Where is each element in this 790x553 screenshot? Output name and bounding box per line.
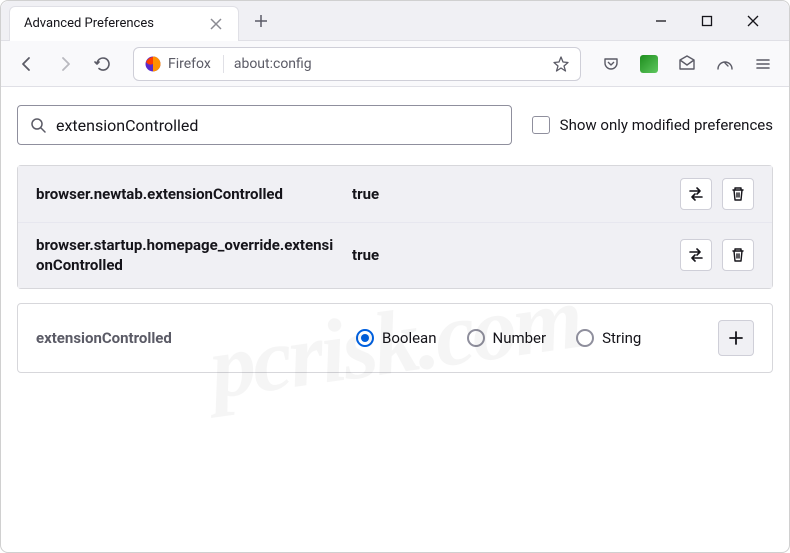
search-row: Show only modified preferences [17,105,773,145]
speed-icon[interactable] [709,48,741,80]
radio-label: Number [493,329,547,347]
preference-list: browser.newtab.extensionControlled true … [17,165,773,289]
preference-name: browser.startup.homepage_override.extens… [36,235,336,276]
toolbar-icons [595,48,779,80]
radio-label: Boolean [382,329,437,347]
new-tab-button[interactable] [247,7,275,35]
search-input[interactable] [56,116,499,135]
browser-tab[interactable]: Advanced Preferences [9,6,239,41]
add-preference-row: extensionControlled Boolean Number Strin… [18,304,772,372]
delete-button[interactable] [722,178,754,210]
search-box[interactable] [17,105,512,145]
add-preference-section: extensionControlled Boolean Number Strin… [17,303,773,373]
preference-row[interactable]: browser.newtab.extensionControlled true [18,166,772,223]
content-area: Show only modified preferences browser.n… [1,87,789,552]
maximize-button[interactable] [693,7,721,35]
search-icon [30,117,46,133]
preference-actions [680,239,754,271]
close-tab-icon[interactable] [208,16,224,32]
identity-box[interactable]: Firefox [144,55,224,73]
radio-boolean[interactable]: Boolean [356,329,437,347]
radio-label: String [602,329,641,347]
extension-icon[interactable] [633,48,665,80]
browser-window: Advanced Preferences [0,0,790,553]
toggle-button[interactable] [680,239,712,271]
delete-button[interactable] [722,239,754,271]
preference-actions [680,178,754,210]
toggle-button[interactable] [680,178,712,210]
bookmark-star-icon[interactable] [552,55,570,73]
radio-icon [576,329,594,347]
preference-row[interactable]: browser.startup.homepage_override.extens… [18,223,772,288]
menu-icon[interactable] [747,48,779,80]
radio-number[interactable]: Number [467,329,547,347]
minimize-button[interactable] [647,7,675,35]
radio-icon [356,329,374,347]
identity-label: Firefox [168,56,211,72]
show-modified-checkbox[interactable]: Show only modified preferences [532,116,773,134]
show-modified-label: Show only modified preferences [560,116,773,134]
radio-string[interactable]: String [576,329,641,347]
tab-title: Advanced Preferences [24,16,208,31]
add-button[interactable] [718,320,754,356]
inbox-icon[interactable] [671,48,703,80]
navigation-toolbar: Firefox about:config [1,41,789,87]
firefox-icon [144,55,162,73]
forward-button[interactable] [49,48,81,80]
pocket-icon[interactable] [595,48,627,80]
url-bar[interactable]: Firefox about:config [133,47,581,81]
back-button[interactable] [11,48,43,80]
window-controls [647,7,789,35]
radio-icon [467,329,485,347]
add-preference-name: extensionControlled [36,329,336,347]
preference-value: true [352,185,664,203]
type-radio-group: Boolean Number String [356,329,698,347]
checkbox-icon[interactable] [532,116,550,134]
url-text[interactable]: about:config [234,56,542,72]
preference-value: true [352,246,664,264]
close-window-button[interactable] [739,7,767,35]
titlebar: Advanced Preferences [1,1,789,41]
preference-name: browser.newtab.extensionControlled [36,184,336,204]
reload-button[interactable] [87,48,119,80]
